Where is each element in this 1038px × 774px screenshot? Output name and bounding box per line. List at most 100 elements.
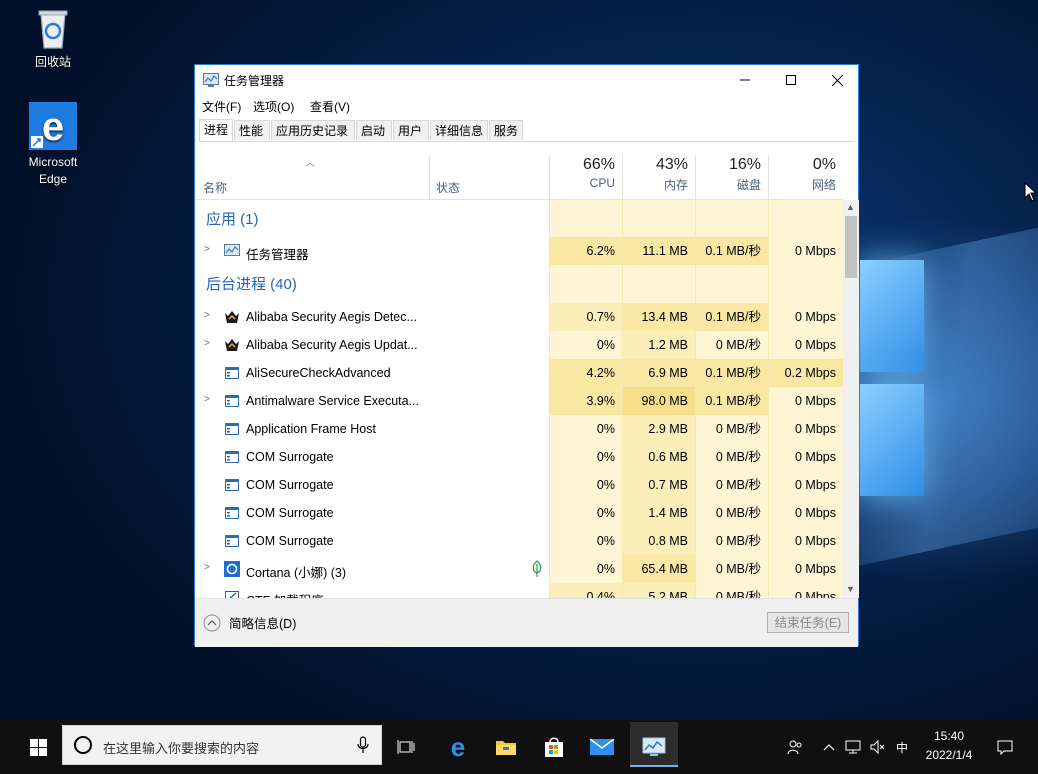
cpu-value: 0% <box>549 499 622 527</box>
tab-services[interactable]: 服务 <box>489 120 523 140</box>
column-cpu-header[interactable]: 66% CPU <box>549 155 622 199</box>
edge-icon: e <box>29 102 77 150</box>
input-method-indicator[interactable]: 中 <box>891 720 913 774</box>
title-bar[interactable]: 任务管理器 <box>195 65 858 95</box>
expand-chevron-icon[interactable]: > <box>204 310 210 321</box>
tab-app-history[interactable]: 应用历史记录 <box>271 120 355 140</box>
network-value: 0 Mbps <box>768 583 843 598</box>
tab-startup[interactable]: 启动 <box>356 120 392 140</box>
process-row[interactable]: AliSecureCheckAdvanced 4.2% 6.9 MB 0.1 M… <box>195 359 843 387</box>
people-button[interactable] <box>782 720 808 774</box>
taskbar-edge[interactable]: e <box>436 720 480 774</box>
process-row[interactable]: > Alibaba Security Aegis Updat... 0% 1.2… <box>195 331 843 359</box>
app-window-icon <box>225 507 239 519</box>
taskbar-store[interactable] <box>532 720 576 774</box>
app-window-icon <box>225 367 239 379</box>
clock[interactable]: 15:40 2022/1/4 <box>918 727 980 765</box>
tab-details[interactable]: 详细信息 <box>430 120 488 140</box>
taskbar-search-box[interactable]: 在这里输入你要搜索的内容 <box>62 725 382 765</box>
cpu-percent: 66% <box>582 156 615 173</box>
end-task-button[interactable]: 结束任务(E) <box>767 612 849 633</box>
close-button[interactable] <box>814 65 860 95</box>
cpu-value: 3.9% <box>549 387 622 415</box>
column-state-header[interactable]: 状态 <box>436 179 460 196</box>
scroll-thumb[interactable] <box>845 216 857 278</box>
recycle-bin-icon <box>33 6 73 50</box>
expand-chevron-icon[interactable]: > <box>204 338 210 349</box>
app-window-icon <box>225 423 239 435</box>
microphone-icon[interactable] <box>357 736 369 754</box>
show-hidden-icons-button[interactable] <box>818 720 840 774</box>
column-memory-header[interactable]: 43% 内存 <box>622 155 695 199</box>
task-manager-icon <box>224 244 240 256</box>
disk-value: 0.1 MB/秒 <box>695 303 768 331</box>
tab-users[interactable]: 用户 <box>393 120 429 140</box>
clock-time: 15:40 <box>933 729 965 743</box>
minimize-button[interactable] <box>722 65 768 95</box>
process-row[interactable]: CTF 加载程序 0.4% 5.2 MB 0 MB/秒 0 Mbps <box>195 583 843 598</box>
memory-value: 0.6 MB <box>622 443 695 471</box>
vertical-scrollbar[interactable]: ▲ ▼ <box>843 200 859 598</box>
task-manager-window: 任务管理器 文件(F) 选项(O) 查看(V) 进程 性能 应用历史记录 启动 … <box>194 64 859 647</box>
task-manager-icon <box>203 73 219 87</box>
desktop-icon-edge[interactable]: e Microsoft Edge <box>14 102 92 188</box>
process-list: 应用 (1) > 任务管理器 6.2% 11.1 MB 0.1 MB/秒 0 M… <box>195 200 843 598</box>
maximize-button[interactable] <box>768 65 814 95</box>
network-label: 网络 <box>811 178 836 192</box>
process-row[interactable]: > 任务管理器 6.2% 11.1 MB 0.1 MB/秒 0 Mbps <box>195 237 843 265</box>
task-manager-icon <box>642 737 666 756</box>
cpu-label: CPU <box>589 176 615 190</box>
network-tray-button[interactable] <box>842 720 864 774</box>
process-row[interactable]: > Antimalware Service Executa... 3.9% 98… <box>195 387 843 415</box>
expand-chevron-icon[interactable]: > <box>204 394 210 405</box>
window-title: 任务管理器 <box>224 74 285 88</box>
network-value: 0 Mbps <box>768 443 843 471</box>
expand-chevron-icon[interactable]: > <box>204 562 210 573</box>
aegis-icon <box>225 339 239 351</box>
start-button[interactable] <box>18 720 58 774</box>
scroll-up-icon[interactable]: ▲ <box>846 202 855 212</box>
disk-value: 0 MB/秒 <box>695 499 768 527</box>
disk-value: 0 MB/秒 <box>695 415 768 443</box>
fewer-details-button[interactable]: 简略信息(D) <box>203 613 296 632</box>
cortana-circle-icon <box>74 736 92 754</box>
desktop-icon-recycle-bin[interactable]: 回收站 <box>14 6 92 71</box>
action-center-button[interactable] <box>990 720 1020 774</box>
process-row[interactable]: > Cortana (小娜) (3) 0% 65.4 MB 0 MB/秒 0 M… <box>195 555 843 583</box>
process-row[interactable]: COM Surrogate 0% 0.6 MB 0 MB/秒 0 Mbps <box>195 443 843 471</box>
menu-options[interactable]: 选项(O) <box>253 98 294 115</box>
group-title: 应用 (1) <box>206 211 259 228</box>
disk-value: 0 MB/秒 <box>695 331 768 359</box>
memory-value: 0.8 MB <box>622 527 695 555</box>
disk-value: 0.1 MB/秒 <box>695 237 768 265</box>
ctf-icon <box>225 591 239 598</box>
scroll-down-icon[interactable]: ▼ <box>846 584 855 594</box>
process-row[interactable]: Application Frame Host 0% 2.9 MB 0 MB/秒 … <box>195 415 843 443</box>
menu-view[interactable]: 查看(V) <box>310 98 350 115</box>
process-row[interactable]: COM Surrogate 0% 1.4 MB 0 MB/秒 0 Mbps <box>195 499 843 527</box>
process-row[interactable]: COM Surrogate 0% 0.7 MB 0 MB/秒 0 Mbps <box>195 471 843 499</box>
expand-chevron-icon[interactable]: > <box>204 244 210 255</box>
disk-value: 0.1 MB/秒 <box>695 387 768 415</box>
network-value: 0 Mbps <box>768 331 843 359</box>
disk-label: 磁盘 <box>736 178 761 192</box>
tab-processes[interactable]: 进程 <box>199 119 233 141</box>
volume-tray-button[interactable] <box>866 720 888 774</box>
process-row[interactable]: COM Surrogate 0% 0.8 MB 0 MB/秒 0 Mbps <box>195 527 843 555</box>
group-header-apps: 应用 (1) <box>195 200 843 238</box>
column-disk-header[interactable]: 16% 磁盘 <box>695 155 768 199</box>
disk-value: 0 MB/秒 <box>695 527 768 555</box>
network-value: 0 Mbps <box>768 471 843 499</box>
task-view-button[interactable] <box>386 720 426 774</box>
column-divider <box>429 155 430 199</box>
memory-value: 0.7 MB <box>622 471 695 499</box>
column-name-header[interactable]: 名称 <box>203 179 227 196</box>
process-row[interactable]: > Alibaba Security Aegis Detec... 0.7% 1… <box>195 303 843 331</box>
column-network-header[interactable]: 0% 网络 <box>768 155 843 199</box>
edge-icon: e <box>451 735 465 759</box>
taskbar-file-explorer[interactable] <box>484 720 528 774</box>
taskbar-mail[interactable] <box>580 720 624 774</box>
tab-performance[interactable]: 性能 <box>234 120 270 140</box>
disk-percent: 16% <box>728 156 761 173</box>
menu-file[interactable]: 文件(F) <box>202 98 241 115</box>
